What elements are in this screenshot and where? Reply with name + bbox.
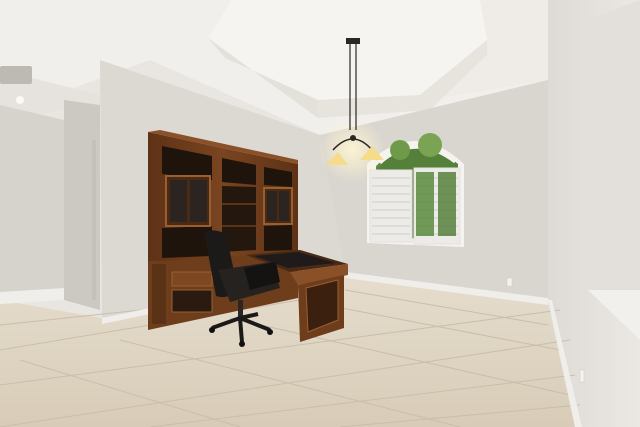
photo-office-room xyxy=(0,0,640,427)
recessed-light xyxy=(16,96,24,104)
wall-outlet xyxy=(579,369,585,383)
air-vent xyxy=(0,66,32,84)
left-wall xyxy=(0,105,64,300)
wall-niche xyxy=(588,0,640,335)
wood-hutch xyxy=(148,130,298,330)
room-photo xyxy=(0,0,640,427)
wall-outlet xyxy=(506,277,513,287)
